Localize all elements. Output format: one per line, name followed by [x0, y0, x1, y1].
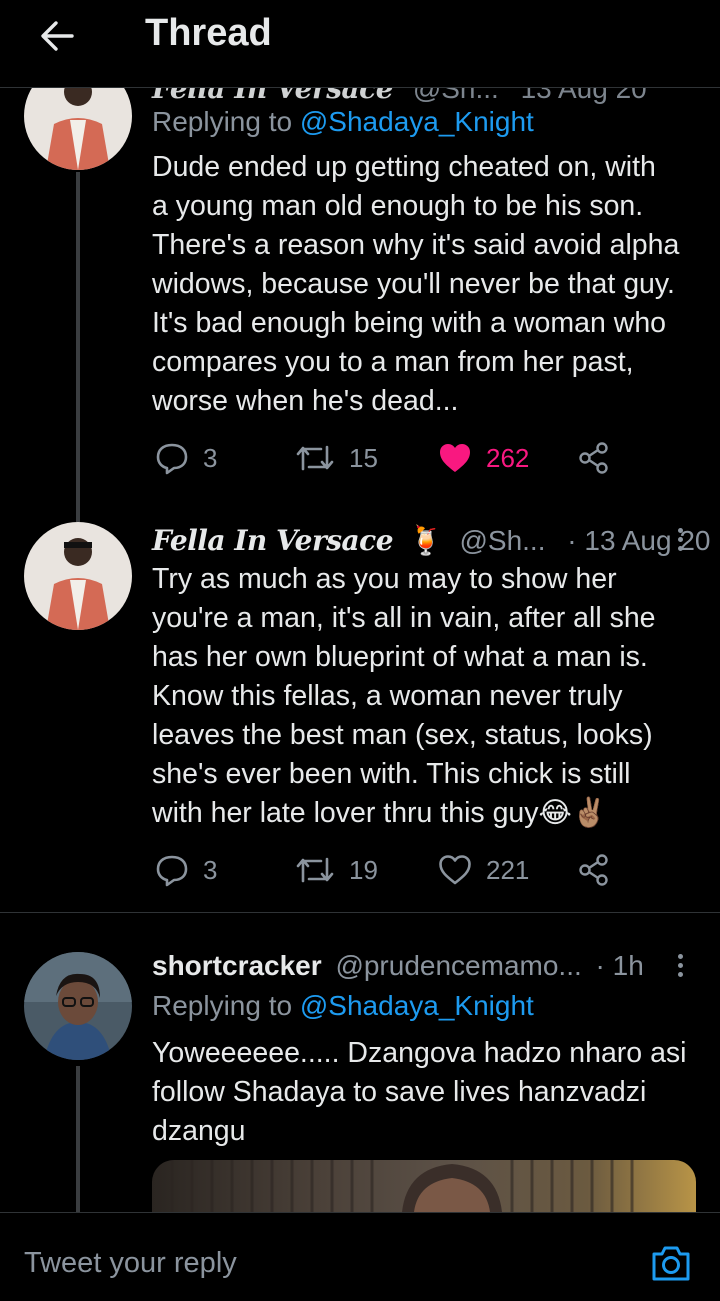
mention-link[interactable]: @Shadaya_Knight	[300, 990, 534, 1021]
replying-label: Replying to	[152, 990, 300, 1021]
replying-label: Replying to	[152, 106, 300, 137]
like-button[interactable]: 262	[438, 438, 529, 478]
page-title: Thread	[145, 12, 272, 54]
tweet-header: shortcracker @prudencemamo... · 1h	[152, 950, 644, 982]
tweet-date: · 1h	[595, 950, 644, 981]
mention-link[interactable]: @Shadaya_Knight	[300, 106, 534, 137]
app-header: Thread	[0, 0, 720, 88]
reply-button[interactable]: 3	[155, 438, 217, 478]
retweet-count: 19	[349, 854, 378, 885]
reply-composer: Tweet your reply	[0, 1212, 720, 1301]
reply-icon	[156, 855, 188, 887]
tweet-1[interactable]: Fella In Versace @Sh... 13 Aug 20 Replyi…	[0, 60, 720, 510]
tweet-text: Dude ended up getting cheated on, with a…	[152, 151, 680, 417]
tweet-image[interactable]	[152, 1160, 696, 1212]
share-button[interactable]	[578, 438, 624, 478]
back-arrow-icon[interactable]	[36, 14, 80, 58]
display-name[interactable]: shortcracker	[152, 950, 322, 981]
retweet-icon	[296, 857, 334, 883]
retweet-count: 15	[349, 442, 378, 473]
tweet-3[interactable]: shortcracker @prudencemamo... · 1h Reply…	[0, 936, 720, 1212]
more-options-icon[interactable]	[674, 526, 686, 552]
tweet-text: Yoweeeeee..... Dzangova hadzo nharo asi …	[152, 1037, 687, 1147]
reply-count: 3	[203, 442, 218, 473]
cocktail-emoji: 🍹	[408, 525, 444, 556]
camera-icon[interactable]	[650, 1243, 692, 1283]
replying-to: Replying to @Shadaya_Knight	[152, 990, 534, 1022]
avatar[interactable]	[24, 522, 132, 630]
handle: @prudencemamo...	[335, 950, 582, 981]
retweet-button[interactable]: 19	[295, 850, 378, 890]
tweet-text: Try as much as you may to show her you'r…	[152, 563, 656, 829]
tweet-divider	[0, 912, 720, 913]
reply-input[interactable]: Tweet your reply	[24, 1247, 584, 1280]
avatar[interactable]	[24, 952, 132, 1060]
tweet-2[interactable]: Fella In Versace 🍹 @Sh... · 13 Aug 20 Tr…	[0, 510, 720, 910]
thread-line	[76, 172, 80, 510]
thread-line	[76, 1066, 80, 1212]
reply-count: 3	[203, 854, 218, 885]
share-icon	[579, 442, 608, 474]
handle: @Sh...	[459, 525, 546, 556]
thread-line-top	[76, 510, 80, 522]
more-options-icon[interactable]	[674, 952, 686, 978]
retweet-icon	[296, 445, 334, 471]
like-count: 221	[486, 854, 530, 885]
display-name[interactable]: Fella In Versace	[152, 524, 394, 557]
tweet-header: Fella In Versace 🍹 @Sh... · 13 Aug 20	[152, 524, 711, 557]
like-button[interactable]: 221	[438, 850, 529, 890]
share-button[interactable]	[578, 850, 624, 890]
heart-outline-icon	[439, 855, 471, 885]
retweet-button[interactable]: 15	[295, 438, 378, 478]
tweet-date: · 13 Aug 20	[567, 525, 711, 556]
replying-to: Replying to @Shadaya_Knight	[152, 106, 534, 138]
reply-icon	[156, 443, 188, 475]
share-icon	[579, 854, 608, 886]
tweet-actions: 3 19 221	[155, 850, 615, 890]
heart-filled-icon	[440, 444, 470, 472]
tweet-actions: 3 15 262	[155, 438, 615, 478]
like-count: 262	[486, 442, 530, 473]
reply-button[interactable]: 3	[155, 850, 217, 890]
